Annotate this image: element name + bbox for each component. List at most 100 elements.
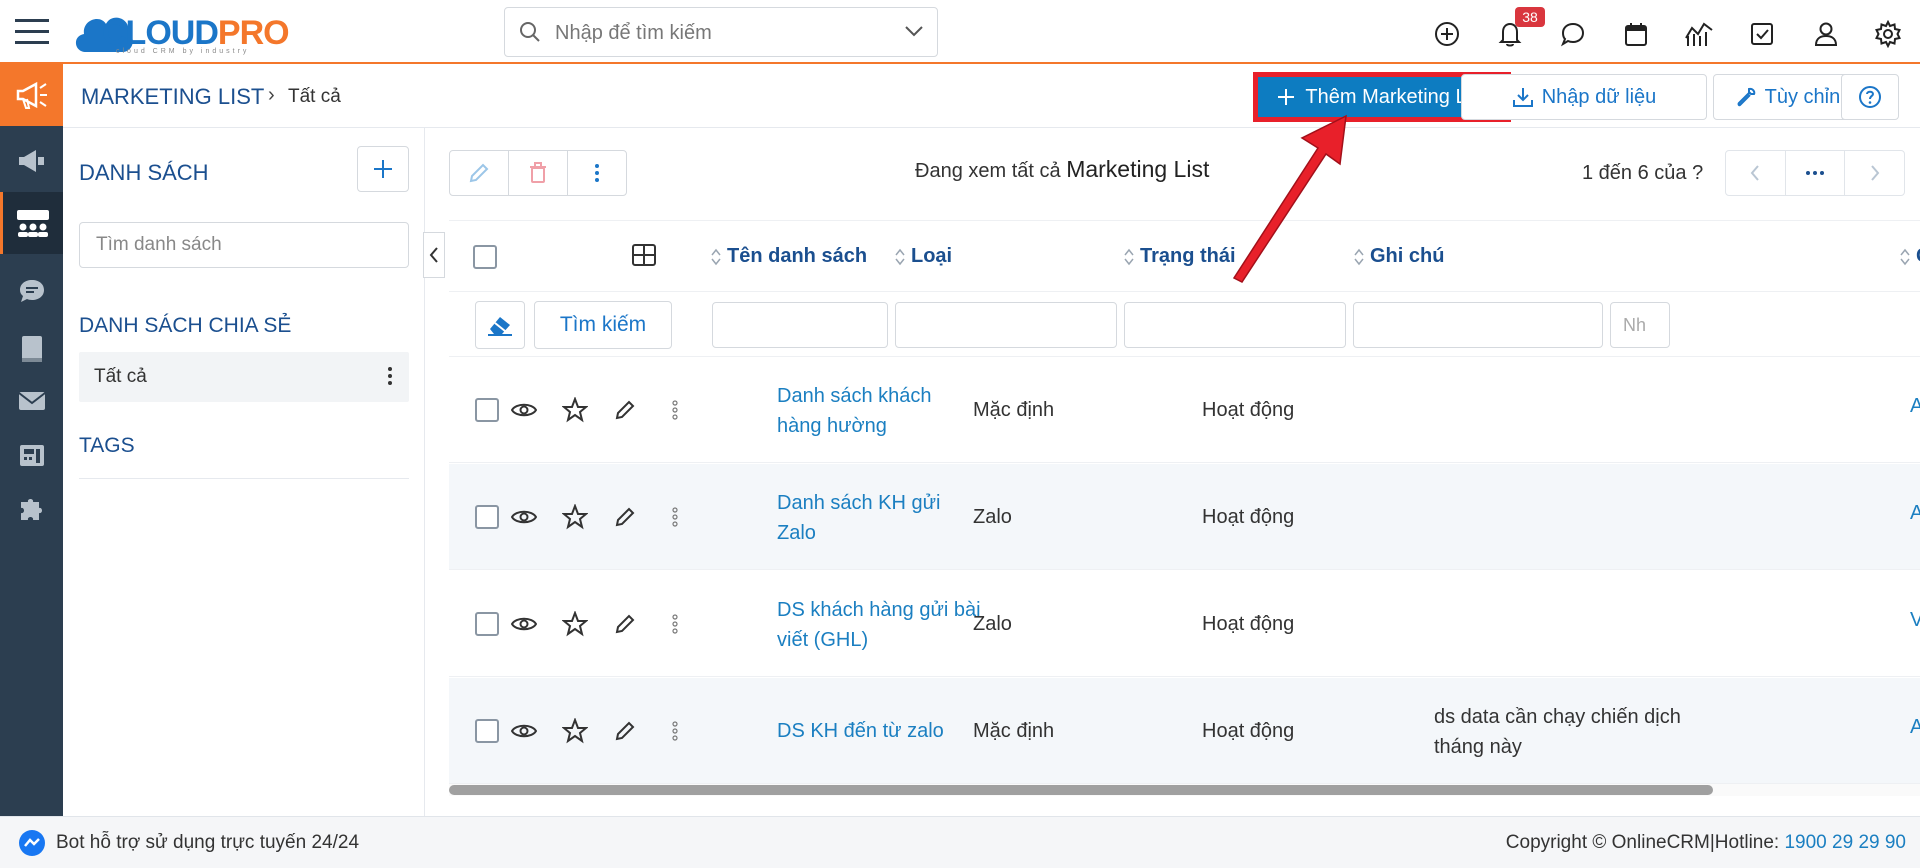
row-more-button[interactable]: [662, 504, 688, 530]
column-header-note[interactable]: Ghi chú: [1354, 245, 1444, 268]
more-vertical-icon: [672, 721, 678, 741]
filter-note-input[interactable]: [1353, 302, 1603, 348]
reports-button[interactable]: [1681, 16, 1717, 52]
filter-status-input[interactable]: [1124, 302, 1346, 348]
list-status: Hoạt động: [1202, 399, 1295, 421]
calendar-button[interactable]: [1618, 16, 1654, 52]
settings-button[interactable]: [1870, 16, 1906, 52]
scrollbar-thumb[interactable]: [449, 785, 1713, 795]
list-item-all[interactable]: Tất cả: [79, 352, 409, 402]
add-list-button[interactable]: [357, 146, 409, 192]
star-button[interactable]: [562, 504, 588, 530]
list-owner-link[interactable]: Ad: [1910, 716, 1920, 739]
search-button[interactable]: Tìm kiếm: [534, 301, 672, 349]
row-checkbox[interactable]: [475, 612, 499, 636]
star-button[interactable]: [562, 397, 588, 423]
list-status: Hoạt động: [1202, 720, 1295, 742]
more-actions-button[interactable]: [568, 151, 626, 195]
breadcrumb-module[interactable]: MARKETING LIST: [81, 84, 264, 110]
support-bot-label: Bot hỗ trợ sử dụng trực tuyến 24/24: [56, 832, 360, 853]
list-owner-link[interactable]: Vũ: [1910, 609, 1920, 632]
horizontal-scrollbar[interactable]: [449, 784, 1920, 796]
table-row[interactable]: Danh sách khách hàng hường Mặc định Hoạt…: [449, 357, 1920, 463]
column-header-type[interactable]: Loại: [895, 245, 952, 268]
total-count-unknown[interactable]: ?: [1692, 162, 1703, 184]
collapse-panel-button[interactable]: [423, 232, 445, 278]
mass-action-toolbar: [449, 150, 627, 196]
filter-type-input[interactable]: [895, 302, 1117, 348]
column-header-status[interactable]: Trạng thái: [1124, 245, 1236, 268]
chevron-down-icon[interactable]: [905, 25, 923, 37]
list-status: Hoạt động: [1202, 613, 1295, 635]
rail-messages[interactable]: [0, 260, 63, 322]
clear-filters-button[interactable]: [475, 301, 525, 349]
rail-marketing[interactable]: [0, 64, 63, 126]
help-button[interactable]: [1841, 74, 1899, 120]
chevron-left-icon: [1751, 165, 1760, 181]
column-header-name[interactable]: Tên danh sách: [711, 245, 867, 268]
rail-fax[interactable]: [0, 424, 63, 486]
mass-edit-button[interactable]: [450, 151, 509, 195]
quick-create-button[interactable]: [1429, 16, 1465, 52]
search-icon: [520, 22, 540, 42]
list-name-link[interactable]: DS KH đến từ zalo: [777, 716, 997, 746]
row-checkbox[interactable]: [475, 398, 499, 422]
rail-campaigns[interactable]: [0, 130, 63, 192]
hamburger-menu-button[interactable]: [0, 0, 63, 64]
global-search[interactable]: [504, 7, 938, 57]
row-more-button[interactable]: [662, 397, 688, 423]
more-vertical-icon[interactable]: [387, 366, 393, 386]
mass-delete-button[interactable]: [509, 151, 568, 195]
star-button[interactable]: [562, 611, 588, 637]
list-name-link[interactable]: DS khách hàng gửi bài viết (GHL): [777, 595, 987, 655]
view-record-button[interactable]: [511, 718, 537, 744]
puzzle-icon: [20, 499, 42, 520]
list-status: Hoạt động: [1202, 506, 1295, 528]
column-header-owner[interactable]: G: [1900, 245, 1920, 268]
rail-marketing-list[interactable]: [0, 192, 63, 254]
user-profile-button[interactable]: [1808, 16, 1844, 52]
chat-button[interactable]: [1555, 16, 1591, 52]
list-name-link[interactable]: Danh sách KH gửi Zalo: [777, 488, 977, 548]
page-menu-button[interactable]: [1786, 151, 1846, 195]
column-layout-icon[interactable]: [631, 243, 657, 267]
plus-icon: [1278, 89, 1295, 105]
row-more-button[interactable]: [662, 611, 688, 637]
view-record-button[interactable]: [511, 397, 537, 423]
find-list-input[interactable]: [79, 222, 409, 268]
view-record-button[interactable]: [511, 504, 537, 530]
edit-record-button[interactable]: [612, 397, 638, 423]
support-bot-link[interactable]: Bot hỗ trợ sử dụng trực tuyến 24/24: [18, 829, 359, 857]
eraser-icon: [488, 317, 512, 336]
star-button[interactable]: [562, 718, 588, 744]
table-row[interactable]: DS KH đến từ zalo Mặc định Hoạt động ds …: [449, 678, 1920, 784]
rail-email[interactable]: [0, 370, 63, 432]
campaign-icon: [18, 150, 44, 172]
next-page-button[interactable]: [1845, 151, 1904, 195]
divider: [79, 478, 409, 479]
edit-record-button[interactable]: [612, 718, 638, 744]
table-row[interactable]: DS khách hàng gửi bài viết (GHL) Zalo Ho…: [449, 571, 1920, 677]
previous-page-button[interactable]: [1726, 151, 1786, 195]
hotline-link[interactable]: 1900 29 29 90: [1784, 832, 1906, 853]
select-all-checkbox[interactable]: [473, 245, 497, 269]
row-checkbox[interactable]: [475, 505, 499, 529]
row-checkbox[interactable]: [475, 719, 499, 743]
list-owner-link[interactable]: Ad: [1910, 395, 1920, 418]
filter-owner-input[interactable]: [1610, 302, 1670, 348]
global-search-input[interactable]: [555, 18, 885, 48]
view-record-button[interactable]: [511, 611, 537, 637]
tasks-button[interactable]: [1744, 16, 1780, 52]
edit-record-button[interactable]: [612, 504, 638, 530]
cloudpro-logo[interactable]: CLOUDPRO cloud CRM by industry: [72, 6, 302, 56]
row-more-button[interactable]: [662, 718, 688, 744]
list-owner-link[interactable]: Ad: [1910, 502, 1920, 525]
rail-extensions[interactable]: [0, 478, 63, 540]
list-name-link[interactable]: Danh sách khách hàng hường: [777, 381, 977, 441]
filter-name-input[interactable]: [712, 302, 888, 348]
import-data-button[interactable]: Nhập dữ liệu: [1461, 74, 1707, 120]
more-horizontal-icon: [1806, 171, 1824, 175]
edit-record-button[interactable]: [612, 611, 638, 637]
table-row[interactable]: Danh sách KH gửi Zalo Zalo Hoạt động Ad: [449, 464, 1920, 570]
sort-icon: [895, 248, 905, 265]
